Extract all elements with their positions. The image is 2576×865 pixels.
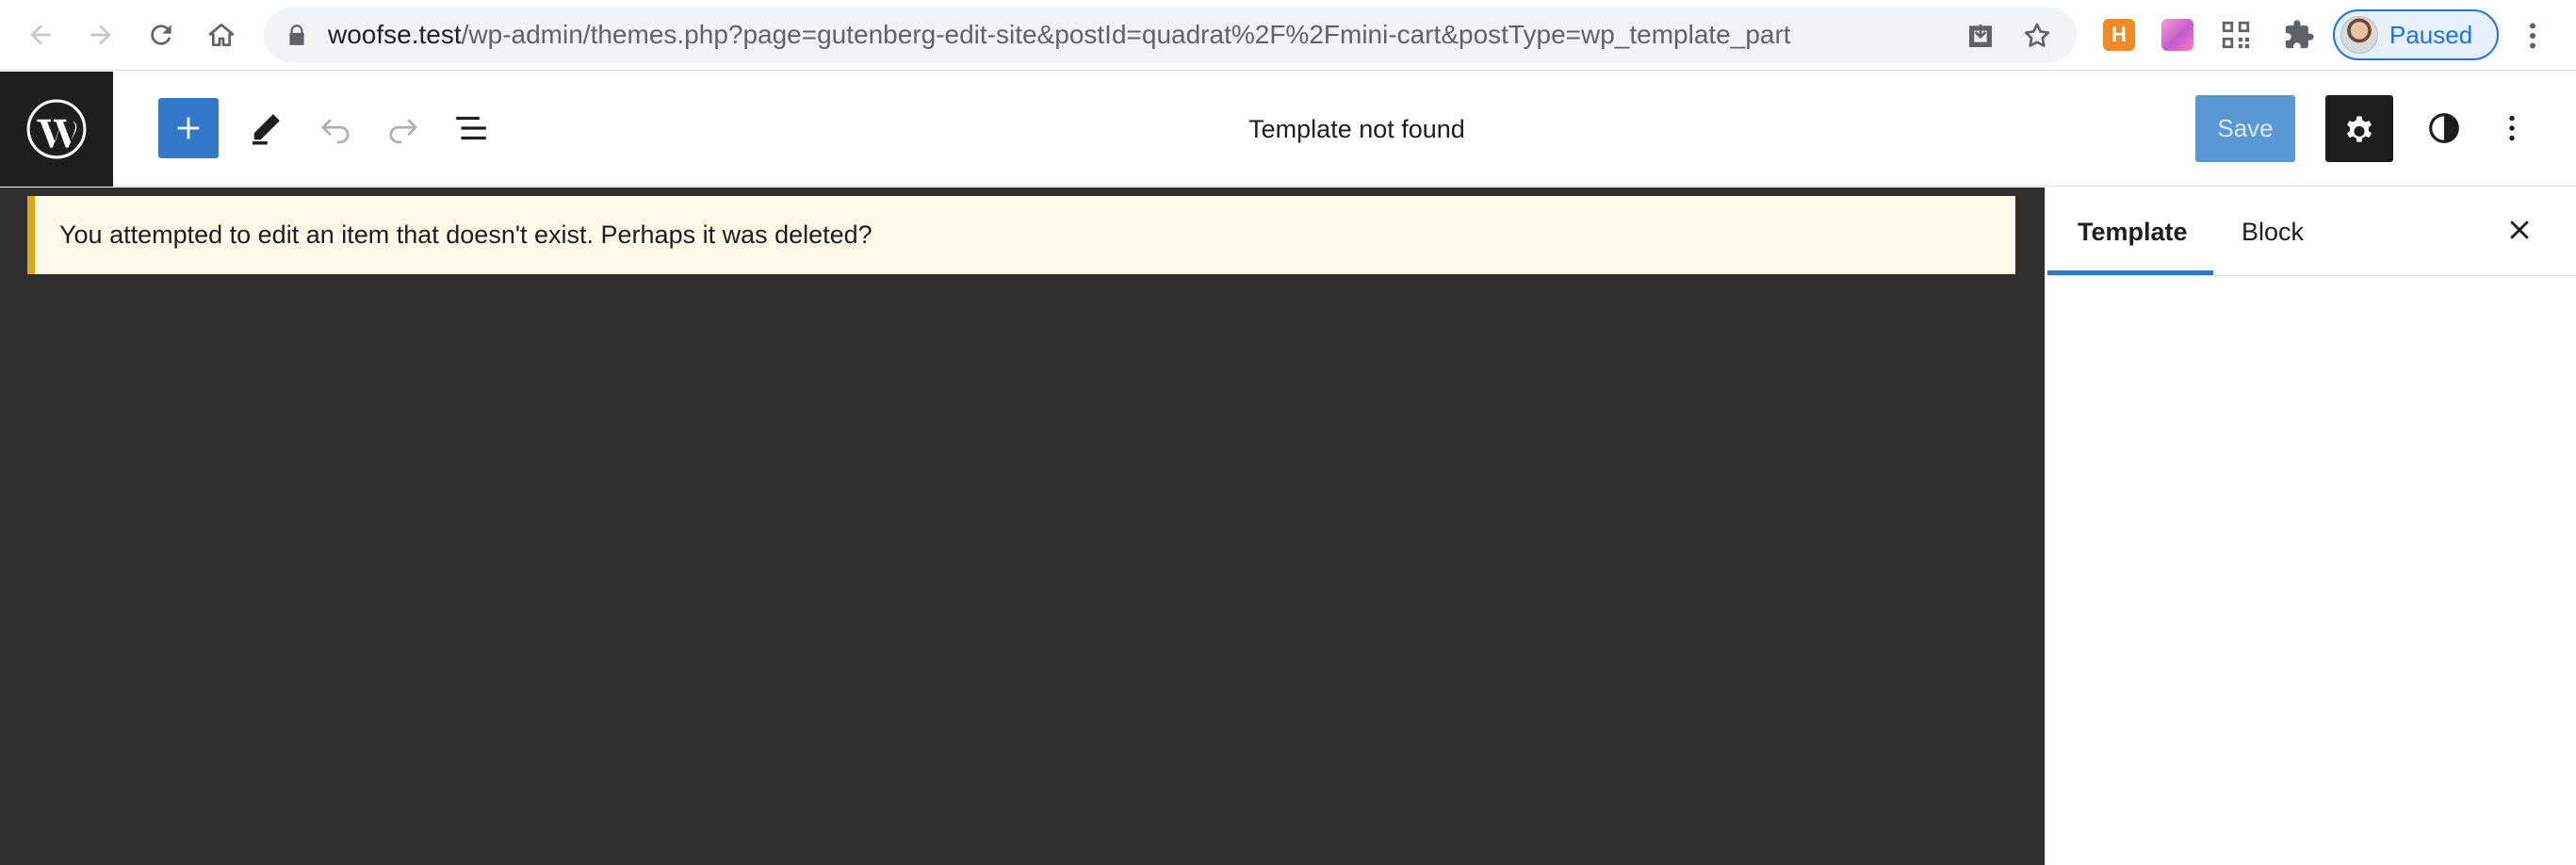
save-button[interactable]: Save (2195, 95, 2295, 162)
extension-gradient-icon[interactable] (2161, 19, 2193, 51)
url-host: woofse.test (328, 20, 462, 49)
settings-button[interactable] (2325, 95, 2393, 162)
editor-header: Template not found Save (0, 72, 2576, 187)
url-text[interactable]: woofse.test/wp-admin/themes.php?page=gut… (328, 8, 1791, 62)
list-view-button[interactable] (441, 98, 501, 158)
address-bar[interactable]: woofse.test/wp-admin/themes.php?page=gut… (264, 8, 2077, 62)
styles-button[interactable] (2416, 100, 2472, 156)
site-hub-button[interactable] (0, 72, 113, 187)
undo-icon (320, 119, 350, 144)
options-button[interactable] (2489, 100, 2535, 156)
kebab-menu-icon[interactable] (2516, 17, 2550, 55)
profile-status: Paused (2389, 21, 2473, 49)
warning-notice: You attempted to edit an item that doesn… (27, 196, 2015, 274)
undo-button[interactable] (305, 98, 366, 158)
document-title[interactable]: Template not found (1131, 72, 1583, 187)
puzzle-icon[interactable] (2283, 19, 2315, 51)
redo-button[interactable] (373, 98, 433, 158)
url-path: /wp-admin/themes.php?page=gutenberg-edit… (461, 20, 1791, 49)
pencil-icon (253, 114, 280, 145)
redo-icon (389, 119, 418, 144)
reload-button[interactable] (139, 13, 183, 57)
more-vertical-icon (2509, 115, 2515, 141)
browser-toolbar: woofse.test/wp-admin/themes.php?page=gut… (0, 0, 2576, 71)
list-view-icon (456, 116, 486, 140)
profile-button[interactable]: Paused (2333, 9, 2499, 60)
plus-icon (177, 117, 200, 139)
lock-icon[interactable] (285, 23, 309, 47)
close-icon (2510, 220, 2529, 239)
extension-h-icon[interactable]: H (2103, 19, 2135, 51)
home-icon (208, 24, 235, 46)
forward-icon (90, 24, 111, 45)
avatar (2340, 16, 2378, 54)
half-circle-icon (2429, 113, 2459, 143)
close-sidebar-button[interactable] (2499, 209, 2540, 251)
back-button[interactable] (19, 13, 62, 57)
forward-button[interactable] (79, 13, 122, 57)
qr-code-icon[interactable] (2220, 19, 2252, 51)
tools-button[interactable] (236, 98, 296, 158)
star-icon[interactable] (2022, 21, 2052, 51)
home-button[interactable] (200, 13, 243, 57)
sidebar-tabs: Template Block (2046, 188, 2576, 276)
settings-sidebar: Template Block (2045, 188, 2576, 865)
gear-icon (2347, 116, 2372, 142)
notice-text: You attempted to edit an item that doesn… (59, 220, 872, 249)
tab-block[interactable]: Block (2242, 188, 2304, 276)
back-icon (30, 24, 51, 45)
wordpress-logo (26, 99, 87, 159)
install-icon[interactable] (1965, 21, 1996, 51)
add-block-button[interactable] (158, 98, 219, 158)
editor-canvas: You attempted to edit an item that doesn… (0, 188, 2045, 865)
reload-icon (151, 24, 171, 45)
active-tab-indicator (2047, 270, 2213, 275)
tab-template[interactable]: Template (2078, 188, 2188, 276)
